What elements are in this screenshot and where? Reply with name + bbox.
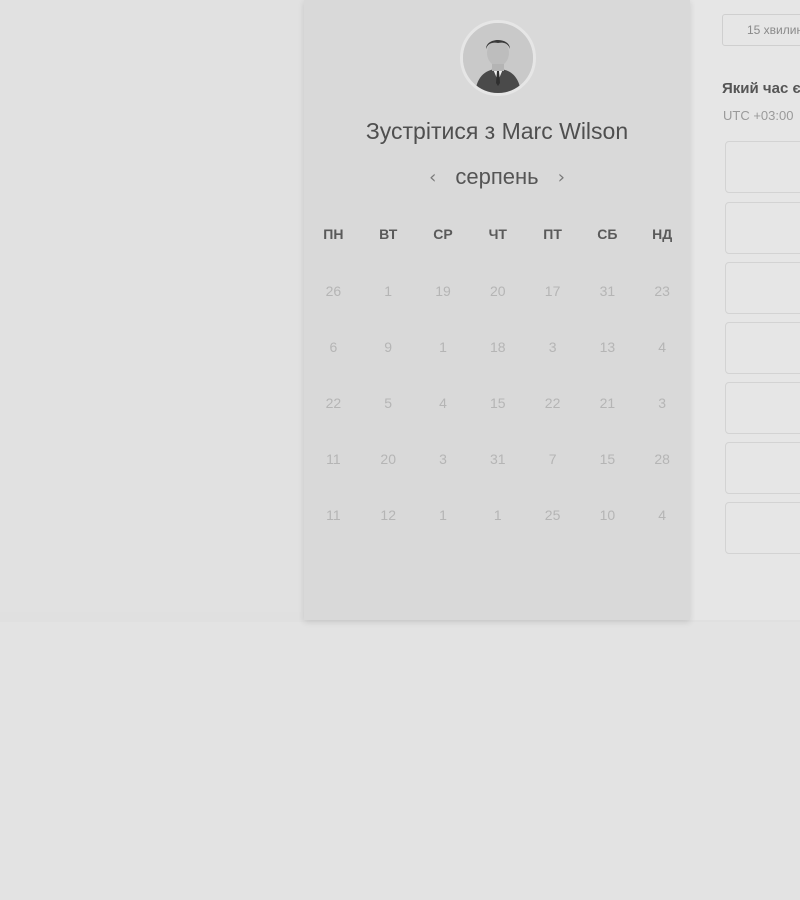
chevron-left-icon[interactable]: ‹	[421, 167, 444, 188]
weekday-header: ПН ВТ СР ЧТ ПТ СБ НД	[306, 226, 690, 242]
calendar-week-row: 22 5 4 15 22 21 3	[306, 382, 690, 438]
calendar-day: 5	[384, 395, 393, 411]
calendar-day: 3	[658, 395, 667, 411]
weekday-fri: ПТ	[543, 226, 562, 242]
calendar-week-row: 11 12 1 1 25 10 4	[306, 494, 690, 550]
calendar-day: 4	[658, 507, 667, 523]
calendar-day: 1	[439, 339, 447, 355]
calendar-day: 28	[654, 451, 670, 467]
time-slot-button[interactable]	[725, 442, 800, 494]
calendar-day: 15	[599, 451, 616, 467]
calendar-week-row: 11 20 3 31 7 15 28	[306, 438, 690, 494]
chevron-right-icon[interactable]: ›	[550, 167, 573, 188]
weekday-thu: ЧТ	[488, 226, 507, 242]
time-slot-button[interactable]	[725, 322, 800, 374]
time-slot-button[interactable]	[725, 141, 800, 193]
time-slot-button[interactable]	[725, 202, 800, 254]
timezone-label: UTC +03:00	[723, 108, 794, 123]
calendar-day: 19	[435, 283, 451, 299]
weekday-tue: ВТ	[379, 226, 398, 242]
calendar-day: 15	[490, 395, 506, 411]
calendar-day: 12	[380, 507, 396, 523]
calendar-day: 31	[599, 283, 616, 299]
calendar-day: 22	[544, 395, 561, 411]
weekday-wed: СР	[433, 226, 453, 242]
calendar-day: 4	[439, 395, 447, 411]
calendar-panel: Зустрітися з Marc Wilson ‹ серпень › ПН …	[304, 0, 690, 620]
calendar-grid: 26 1 19 20 17 31 23 6 9 1 18 3 13 4 22 5…	[306, 270, 690, 550]
calendar-day: 1	[493, 507, 502, 523]
month-label: серпень	[455, 164, 539, 189]
weekday-sat: СБ	[597, 226, 618, 242]
month-navigation: ‹ серпень ›	[304, 164, 690, 196]
left-background	[0, 0, 304, 612]
meeting-title: Зустрітися з Marc Wilson	[365, 118, 629, 144]
calendar-day: 21	[599, 395, 616, 411]
calendar-day: 3	[439, 451, 447, 467]
calendar-day: 1	[384, 283, 393, 299]
calendar-week-row: 26 1 19 20 17 31 23	[306, 270, 690, 326]
calendar-day: 25	[544, 507, 561, 523]
weekday-sun: НД	[652, 226, 673, 242]
calendar-day: 20	[380, 451, 396, 467]
user-avatar	[460, 20, 536, 96]
calendar-day: 3	[548, 339, 557, 355]
time-slot-button[interactable]	[725, 262, 800, 314]
calendar-day: 17	[544, 283, 561, 299]
calendar-day: 18	[490, 339, 506, 355]
user-avatar-photo	[463, 23, 533, 93]
calendar-day: 13	[599, 339, 616, 355]
duration-button[interactable]: 15 хвилин	[722, 14, 800, 46]
calendar-day: 9	[384, 339, 393, 355]
calendar-day: 23	[654, 283, 670, 299]
calendar-day: 7	[548, 451, 557, 467]
time-slot-button[interactable]	[725, 502, 800, 554]
time-question-heading: Який час є	[722, 80, 800, 97]
calendar-day: 26	[325, 283, 342, 299]
calendar-day: 4	[658, 339, 667, 355]
calendar-day: 10	[599, 507, 616, 523]
calendar-day: 22	[325, 395, 342, 411]
page: Зустрітися з Marc Wilson ‹ серпень › ПН …	[0, 0, 800, 900]
calendar-day: 31	[490, 451, 506, 467]
calendar-day: 1	[439, 507, 447, 523]
calendar-day: 6	[329, 339, 338, 355]
calendar-day: 11	[326, 507, 341, 523]
calendar-week-row: 6 9 1 18 3 13 4	[306, 326, 690, 382]
calendar-day: 20	[490, 283, 506, 299]
calendar-day: 11	[326, 451, 341, 467]
time-slot-button[interactable]	[725, 382, 800, 434]
weekday-mon: ПН	[323, 226, 344, 242]
